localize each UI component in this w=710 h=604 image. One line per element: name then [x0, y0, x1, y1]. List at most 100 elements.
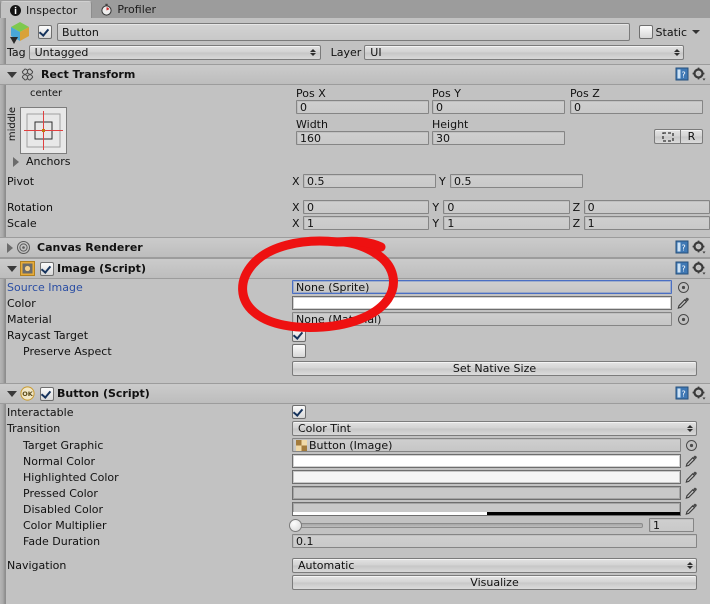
fade-duration-field[interactable]: 0.1 [292, 534, 697, 548]
scale-y-field[interactable]: 1 [443, 216, 570, 230]
object-picker-icon[interactable] [677, 281, 690, 294]
target-graphic-value: Button (Image) [309, 438, 393, 452]
width-field[interactable]: 160 [296, 131, 429, 145]
tab-profiler[interactable]: Profiler [92, 1, 170, 18]
normal-color-swatch[interactable] [292, 454, 681, 468]
color-multiplier-slider[interactable] [289, 518, 643, 532]
blueprint-mode-button[interactable] [654, 129, 680, 144]
pos-z-value: 0 [574, 100, 581, 114]
scale-z-field[interactable]: 1 [583, 216, 710, 230]
scale-x-axis-label: X [292, 216, 300, 230]
pivot-x-field[interactable]: 0.5 [303, 174, 436, 188]
color-multiplier-field[interactable]: 1 [649, 518, 694, 532]
navigation-value: Automatic [298, 559, 355, 572]
game-object-name-field[interactable]: Button [57, 23, 630, 41]
rotation-x-field[interactable]: 0 [303, 200, 430, 214]
scale-x-field[interactable]: 1 [303, 216, 430, 230]
scale-label: Scale [7, 216, 37, 230]
preserve-aspect-checkbox[interactable] [292, 344, 306, 358]
component-header-rect-transform[interactable]: Rect Transform ? [0, 64, 710, 85]
window-tab-bar: Inspector Profiler [0, 0, 710, 19]
button-script-icon: OK [20, 386, 35, 401]
target-graphic-object-field[interactable]: Button (Image) [292, 438, 681, 452]
scale-y-value: 1 [447, 216, 455, 230]
component-header-canvas-renderer[interactable]: Canvas Renderer ? [0, 237, 710, 258]
pos-y-label: Pos Y [432, 87, 461, 100]
scale-x-value: 1 [307, 216, 314, 230]
raycast-target-checkbox[interactable] [292, 328, 306, 342]
help-book-icon[interactable]: ? [675, 386, 689, 400]
tag-dropdown[interactable]: Untagged [28, 44, 321, 60]
eyedropper-icon[interactable] [676, 296, 690, 310]
rotation-y-field[interactable]: 0 [443, 200, 570, 214]
foldout-triangle-icon[interactable] [13, 156, 19, 167]
eyedropper-icon[interactable] [684, 470, 698, 484]
component-header-button-script[interactable]: OK Button (Script) ? [0, 383, 710, 404]
image-component-enabled-checkbox[interactable] [40, 261, 54, 276]
highlighted-color-swatch[interactable] [292, 470, 681, 484]
image-color-swatch[interactable] [292, 296, 672, 310]
static-toggle-group[interactable]: Static [637, 25, 704, 39]
foldout-triangle-icon[interactable] [7, 242, 13, 253]
pressed-color-swatch[interactable] [292, 486, 681, 500]
help-book-icon[interactable]: ? [675, 261, 689, 275]
object-picker-icon[interactable] [685, 439, 698, 452]
navigation-label: Navigation [7, 559, 67, 572]
layer-value: UI [370, 45, 382, 59]
pos-y-field[interactable]: 0 [432, 100, 565, 114]
scale-y-axis-label: Y [432, 216, 440, 230]
pos-x-field[interactable]: 0 [296, 100, 429, 114]
pivot-y-field[interactable]: 0.5 [450, 174, 583, 188]
pos-z-field[interactable]: 0 [570, 100, 703, 114]
pivot-label: Pivot [7, 174, 35, 188]
image-material-object-field[interactable]: None (Material) [292, 312, 672, 326]
pos-x-value: 0 [300, 100, 307, 114]
static-checkbox[interactable] [638, 25, 653, 39]
object-picker-icon[interactable] [677, 313, 690, 326]
foldout-triangle-icon[interactable] [7, 71, 17, 78]
static-dropdown-icon[interactable] [692, 30, 700, 34]
raycast-target-label: Raycast Target [7, 328, 89, 342]
source-image-label[interactable]: Source Image [7, 281, 292, 294]
gear-icon[interactable] [692, 67, 706, 81]
visualize-button[interactable]: Visualize [292, 575, 697, 590]
component-header-image-script[interactable]: Image (Script) ? [0, 258, 710, 279]
stopwatch-icon [101, 3, 112, 16]
gear-icon[interactable] [692, 261, 706, 275]
fade-duration-label: Fade Duration [23, 534, 101, 548]
scale-z-axis-label: Z [572, 216, 581, 230]
foldout-triangle-icon[interactable] [7, 265, 17, 272]
color-multiplier-slider-knob[interactable] [289, 518, 302, 532]
rotation-z-field[interactable]: 0 [583, 200, 710, 214]
source-image-object-field[interactable]: None (Sprite) [292, 280, 672, 294]
eyedropper-icon[interactable] [684, 502, 698, 516]
help-book-icon[interactable]: ? [675, 240, 689, 254]
height-field[interactable]: 30 [432, 131, 565, 145]
anchor-preset-widget[interactable] [20, 107, 67, 154]
help-book-icon[interactable]: ? [675, 67, 689, 81]
button-component-enabled-checkbox[interactable] [40, 386, 54, 401]
image-material-value: None (Material) [296, 312, 382, 326]
eyedropper-icon[interactable] [684, 486, 698, 500]
fade-duration-value: 0.1 [296, 534, 314, 548]
layer-dropdown[interactable]: UI [364, 44, 685, 60]
gear-icon[interactable] [692, 240, 706, 254]
anchor-preset-vertical-label: middle [7, 107, 18, 142]
set-native-size-button[interactable]: Set Native Size [292, 360, 697, 376]
disabled-color-label: Disabled Color [23, 502, 104, 516]
gear-icon[interactable] [692, 386, 706, 400]
tag-label: Tag [7, 45, 26, 59]
anchors-foldout[interactable]: Anchors [13, 155, 71, 168]
eyedropper-icon[interactable] [684, 454, 698, 468]
transition-dropdown[interactable]: Color Tint [292, 421, 697, 436]
game-object-enabled-checkbox[interactable] [38, 25, 52, 39]
tab-inspector[interactable]: Inspector [0, 1, 93, 18]
disabled-color-swatch[interactable] [292, 502, 681, 516]
rect-transform-icon [21, 68, 34, 81]
color-multiplier-value: 1 [653, 518, 660, 532]
raw-edit-button[interactable]: R [680, 129, 703, 144]
component-header-actions: ? [675, 240, 706, 254]
foldout-triangle-icon[interactable] [7, 390, 17, 397]
navigation-dropdown[interactable]: Automatic [292, 558, 697, 573]
interactable-checkbox[interactable] [292, 405, 306, 419]
